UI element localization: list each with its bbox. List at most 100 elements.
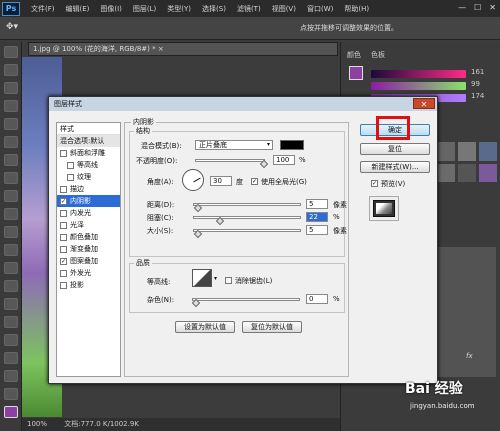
brush-tool-icon[interactable] <box>3 172 18 184</box>
shadow-color-swatch[interactable] <box>280 140 304 150</box>
style-checkbox[interactable] <box>60 245 67 253</box>
style-item[interactable]: 外发光 <box>57 267 120 279</box>
crop-tool-icon[interactable] <box>3 118 18 130</box>
menu-image[interactable]: 图像(I) <box>100 4 122 14</box>
choke-input[interactable]: 22 <box>306 212 328 222</box>
styles-header[interactable]: 样式 <box>57 123 120 135</box>
make-default-button[interactable]: 设置为默认值 <box>175 321 235 333</box>
anti-alias-checkbox[interactable] <box>225 277 232 284</box>
style-item-label: 光泽 <box>70 221 84 229</box>
style-item[interactable]: 投影 <box>57 279 120 291</box>
style-checkbox[interactable]: ✓ <box>60 197 67 205</box>
menu-select[interactable]: 选择(S) <box>202 4 226 14</box>
reset-button[interactable]: 复位 <box>360 143 430 155</box>
minimize-button[interactable]: — <box>458 3 466 12</box>
style-item-label: 等高线 <box>77 161 98 169</box>
healing-tool-icon[interactable] <box>3 154 18 166</box>
style-item[interactable]: 光泽 <box>57 219 120 231</box>
style-item[interactable]: 斜面和浮雕 <box>57 147 120 159</box>
color-swatch[interactable] <box>349 66 363 80</box>
menu-help[interactable]: 帮助(H) <box>344 4 369 14</box>
contour-preview[interactable] <box>192 269 212 287</box>
menu-filter[interactable]: 滤镜(T) <box>237 4 261 14</box>
style-item[interactable]: ✓ 图案叠加 <box>57 255 120 267</box>
red-value[interactable]: 161 <box>471 68 484 76</box>
move-tool-icon[interactable]: ✥▾ <box>6 22 18 32</box>
style-item[interactable]: 渐变叠加 <box>57 243 120 255</box>
style-checkbox[interactable] <box>60 149 67 157</box>
style-checkbox[interactable] <box>60 221 67 229</box>
type-tool-icon[interactable] <box>3 316 18 328</box>
green-value[interactable]: 99 <box>471 80 480 88</box>
move-tool-icon[interactable] <box>3 46 18 58</box>
close-window-button[interactable]: ✕ <box>489 3 496 12</box>
style-item[interactable]: 颜色叠加 <box>57 231 120 243</box>
style-item[interactable]: 描边 <box>57 183 120 195</box>
style-item[interactable]: 内发光 <box>57 207 120 219</box>
tab-color[interactable]: 颜色 <box>347 50 361 60</box>
watermark-url: jingyan.baidu.com <box>410 402 475 410</box>
menu-type[interactable]: 类型(Y) <box>167 4 191 14</box>
path-select-tool-icon[interactable] <box>3 334 18 346</box>
angle-input[interactable]: 30 <box>210 176 232 186</box>
reset-default-button[interactable]: 复位为默认值 <box>242 321 302 333</box>
angle-dial[interactable] <box>182 169 204 191</box>
pen-tool-icon[interactable] <box>3 298 18 310</box>
dialog-close-button[interactable]: ✕ <box>413 98 435 109</box>
size-slider[interactable] <box>193 229 301 232</box>
dodge-tool-icon[interactable] <box>3 280 18 292</box>
red-slider[interactable] <box>371 70 466 78</box>
style-checkbox[interactable] <box>67 173 74 181</box>
size-input[interactable]: 5 <box>306 225 328 235</box>
stamp-tool-icon[interactable] <box>3 190 18 202</box>
foreground-color-swatch[interactable] <box>3 406 18 418</box>
menu-layer[interactable]: 图层(L) <box>133 4 156 14</box>
marquee-tool-icon[interactable] <box>3 64 18 76</box>
style-checkbox[interactable] <box>60 209 67 217</box>
style-item[interactable]: 纹理 <box>57 171 120 183</box>
shape-tool-icon[interactable] <box>3 352 18 364</box>
style-checkbox[interactable] <box>60 233 67 241</box>
choke-slider[interactable] <box>193 216 301 219</box>
green-slider[interactable] <box>371 82 466 90</box>
style-checkbox[interactable] <box>60 281 67 289</box>
blue-value[interactable]: 174 <box>471 92 484 100</box>
contour-dropdown-icon[interactable]: ▾ <box>214 275 217 282</box>
style-checkbox[interactable] <box>60 269 67 277</box>
menu-edit[interactable]: 编辑(E) <box>66 4 90 14</box>
eyedropper-tool-icon[interactable] <box>3 136 18 148</box>
style-checkbox[interactable] <box>67 161 74 169</box>
layers-list[interactable] <box>431 247 496 377</box>
tab-swatches[interactable]: 色板 <box>371 50 385 60</box>
zoom-level[interactable]: 100% <box>27 420 47 428</box>
style-item[interactable]: 等高线 <box>57 159 120 171</box>
global-light-checkbox[interactable]: ✓ <box>251 178 258 185</box>
noise-slider[interactable] <box>192 298 300 301</box>
menu-window[interactable]: 窗口(W) <box>307 4 333 14</box>
hand-tool-icon[interactable] <box>3 370 18 382</box>
eraser-tool-icon[interactable] <box>3 226 18 238</box>
lasso-tool-icon[interactable] <box>3 82 18 94</box>
menu-view[interactable]: 视图(V) <box>272 4 296 14</box>
blur-tool-icon[interactable] <box>3 262 18 274</box>
distance-slider[interactable] <box>193 203 301 206</box>
opacity-slider[interactable] <box>195 159 265 162</box>
noise-input[interactable]: 0 <box>306 294 328 304</box>
distance-input[interactable]: 5 <box>306 199 328 209</box>
new-style-button[interactable]: 新建样式(W)... <box>360 161 430 173</box>
preview-checkbox[interactable]: ✓ <box>371 180 378 187</box>
style-checkbox[interactable] <box>60 185 67 193</box>
blend-mode-select[interactable]: 正片叠底 <box>195 140 273 150</box>
maximize-button[interactable]: ☐ <box>474 3 481 12</box>
history-brush-tool-icon[interactable] <box>3 208 18 220</box>
opacity-input[interactable]: 100 <box>273 155 295 165</box>
menu-file[interactable]: 文件(F) <box>31 4 55 14</box>
zoom-tool-icon[interactable] <box>3 388 18 400</box>
document-tab[interactable]: 1.jpg @ 100% (花的海洋, RGB/8#) * × <box>28 42 338 56</box>
gradient-tool-icon[interactable] <box>3 244 18 256</box>
style-item[interactable]: ✓ 内阴影 <box>57 195 120 207</box>
fx-icon[interactable]: fx <box>466 352 473 360</box>
quick-select-tool-icon[interactable] <box>3 100 18 112</box>
blend-options-item[interactable]: 混合选项:默认 <box>57 135 120 147</box>
style-checkbox[interactable]: ✓ <box>60 257 67 265</box>
